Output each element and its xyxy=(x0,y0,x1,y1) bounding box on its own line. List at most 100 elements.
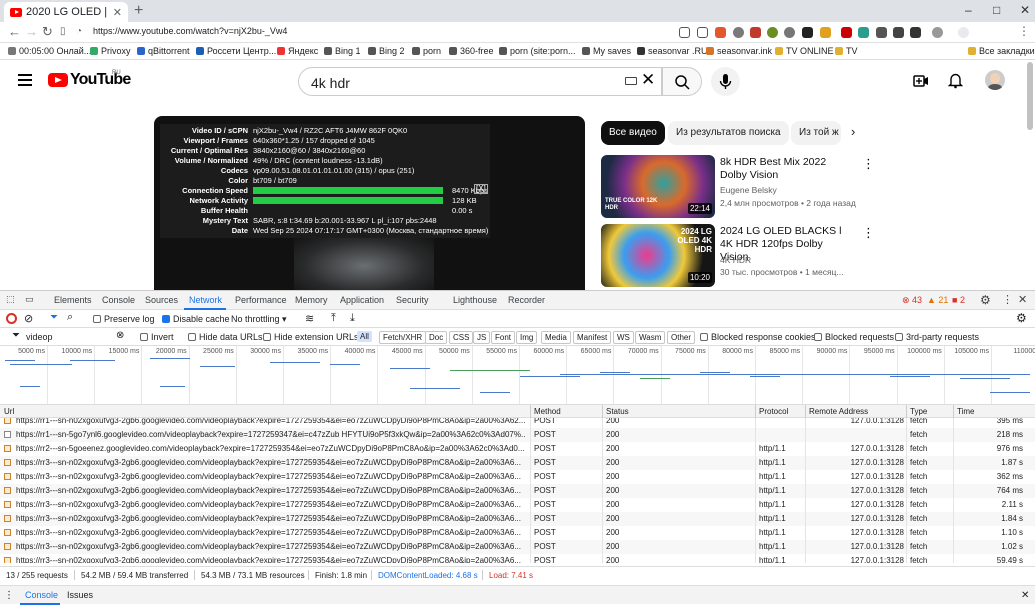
search-network-icon[interactable]: ⌕ xyxy=(67,311,73,324)
browser-tab[interactable]: 2020 LG OLED | The Bl ✕ xyxy=(4,2,128,22)
search-button[interactable] xyxy=(662,67,702,96)
video-thumbnail[interactable]: TRUE COLOR 12K HDR 22:14 xyxy=(601,155,715,218)
channel-name[interactable]: Eugene Belsky xyxy=(720,185,777,195)
extension-puzzle-icon[interactable] xyxy=(876,27,887,38)
filter-type-all[interactable]: All xyxy=(357,331,372,342)
menu-hamburger-icon[interactable] xyxy=(18,74,32,89)
table-row[interactable]: https://rr2---sn-5goeenez.googlevideo.co… xyxy=(0,442,1035,456)
column-remote-address[interactable]: Remote Address xyxy=(809,407,868,416)
close-window-button[interactable]: ✕ xyxy=(1020,3,1030,17)
video-player[interactable]: Video ID / sCPN njX2bu-_Vw4 / RZ2C AFT6 J… xyxy=(154,116,585,290)
table-row[interactable]: https://rr3---sn-n02xgoxufvg3-2gb6.googl… xyxy=(0,484,1035,498)
close-drawer-icon[interactable]: ✕ xyxy=(1021,590,1029,601)
column-status[interactable]: Status xyxy=(606,407,629,416)
menu-kebab-icon[interactable]: ⋮ xyxy=(1018,24,1030,38)
close-stats-button[interactable]: [X] xyxy=(474,184,488,194)
bookmark-item[interactable]: My saves xyxy=(582,46,631,56)
page-scrollbar[interactable] xyxy=(1027,62,1033,130)
voice-search-button[interactable] xyxy=(711,67,740,96)
search-input[interactable]: 4k hdr xyxy=(298,67,662,96)
back-icon[interactable]: ← xyxy=(8,24,21,39)
tab-console[interactable]: Console xyxy=(102,295,135,305)
extension-dark-icon[interactable] xyxy=(802,27,813,38)
tab-lighthouse[interactable]: Lighthouse xyxy=(453,295,497,305)
hide-data-urls-checkbox[interactable]: Hide data URLs xyxy=(188,332,263,342)
bookmark-item[interactable]: Privoxy xyxy=(90,46,131,56)
more-actions-icon[interactable]: ⋮ xyxy=(862,225,875,241)
video-title[interactable]: 8k HDR Best Mix 2022 Dolby Vision xyxy=(720,156,850,182)
reload-icon[interactable]: ↻ xyxy=(42,24,53,40)
extension-grey-icon[interactable] xyxy=(784,27,795,38)
table-row[interactable]: https://rr3---sn-n02xgoxufvg3-2gb6.googl… xyxy=(0,512,1035,526)
filter-type-wasm[interactable]: Wasm xyxy=(635,331,666,344)
tab-recorder[interactable]: Recorder xyxy=(508,295,545,305)
issues-count-badge[interactable]: ■ 2 xyxy=(952,295,965,305)
tab-application[interactable]: Application xyxy=(340,295,384,305)
screen-cast-icon[interactable] xyxy=(679,27,690,38)
notifications-bell-icon[interactable] xyxy=(948,72,963,89)
import-har-icon[interactable]: ⤒ xyxy=(331,312,336,325)
extension-red-icon[interactable] xyxy=(750,27,761,38)
bookmark-item[interactable]: TV ONLINE xyxy=(775,46,834,56)
zoom-icon[interactable] xyxy=(697,27,708,38)
drawer-tab-issues[interactable]: Issues xyxy=(67,590,93,600)
more-actions-icon[interactable]: ⋮ xyxy=(862,156,875,172)
chevron-right-icon[interactable]: › xyxy=(851,124,855,139)
network-overview-timeline[interactable]: 5000 ms 10000 ms 15000 ms 20000 ms 25000 ms 3… xyxy=(0,346,1035,405)
filter-funnel-icon[interactable]: ⏷ xyxy=(50,312,58,323)
filter-type-other[interactable]: Other xyxy=(667,331,696,344)
filter-type-fetch[interactable]: Fetch/XHR xyxy=(379,331,427,344)
clear-filter-icon[interactable]: ⊗ xyxy=(116,330,124,341)
bookmark-page-icon[interactable]: ▯ xyxy=(60,26,66,37)
extensions-icon[interactable] xyxy=(932,27,943,38)
filter-type-js[interactable]: JS xyxy=(473,331,491,344)
column-time[interactable]: Time xyxy=(957,407,974,416)
bookmark-item[interactable]: porn xyxy=(412,46,441,56)
bookmark-item[interactable]: Bing 2 xyxy=(368,46,405,56)
filter-type-media[interactable]: Media xyxy=(541,331,571,344)
close-tab-icon[interactable]: ✕ xyxy=(113,6,122,19)
bookmark-item[interactable]: seasonvar .RU xyxy=(637,46,708,56)
network-conditions-icon[interactable]: ≋ xyxy=(305,312,314,325)
filter-type-manifest[interactable]: Manifest xyxy=(573,331,612,344)
hide-extension-urls-checkbox[interactable]: Hide extension URLs xyxy=(263,332,359,342)
tab-performance[interactable]: Performance xyxy=(235,295,287,305)
extension-ublock-icon[interactable] xyxy=(841,27,852,38)
column-protocol[interactable]: Protocol xyxy=(759,407,788,416)
chip-all-videos[interactable]: Все видео xyxy=(601,121,665,145)
all-bookmarks-item[interactable]: Все закладки xyxy=(968,46,1035,56)
table-row[interactable]: https://rr3---sn-n02xgoxufvg3-2gb6.googl… xyxy=(0,554,1035,563)
chip-same-channel[interactable]: Из той ж xyxy=(791,121,841,145)
error-count-badge[interactable]: ⊗ 43 xyxy=(902,295,922,306)
table-row[interactable]: https://rr3---sn-n02xgoxufvg3-2gb6.googl… xyxy=(0,498,1035,512)
youtube-logo-icon[interactable] xyxy=(48,73,68,87)
blocked-requests-checkbox[interactable]: Blocked requests xyxy=(814,332,894,342)
inspect-element-icon[interactable]: ⬚ xyxy=(6,294,15,305)
channel-name[interactable]: 4K HDR xyxy=(720,255,751,265)
table-row[interactable]: https://rr3---sn-n02xgoxufvg3-2gb6.googl… xyxy=(0,456,1035,470)
extension-shield-icon[interactable] xyxy=(715,27,726,38)
tab-network[interactable]: Network xyxy=(189,295,222,305)
bookmark-item[interactable]: porn (site:porn... xyxy=(499,46,576,56)
filter-type-doc[interactable]: Doc xyxy=(425,331,448,344)
maximize-button[interactable]: □ xyxy=(993,3,1000,17)
export-har-icon[interactable]: ⤓ xyxy=(350,312,355,325)
drawer-tab-console[interactable]: Console xyxy=(25,590,58,600)
youtube-wordmark[interactable]: YouTube xyxy=(70,71,131,89)
avatar[interactable] xyxy=(985,70,1005,90)
site-info-icon[interactable]: ◔ xyxy=(76,26,82,37)
table-row[interactable]: https://rr3---sn-n02xgoxufvg3-2gb6.googl… xyxy=(0,526,1035,540)
bookmark-item[interactable]: qBittorrent xyxy=(137,46,190,56)
column-method[interactable]: Method xyxy=(534,407,561,416)
network-settings-icon[interactable]: ⚙ xyxy=(1016,311,1027,325)
keyboard-icon[interactable] xyxy=(625,77,637,85)
blocked-cookies-checkbox[interactable]: Blocked response cookies xyxy=(700,332,816,342)
invert-checkbox[interactable]: Invert xyxy=(140,332,174,342)
bookmark-item[interactable]: seasonvar.ink xyxy=(706,46,772,56)
extension-orange-icon[interactable] xyxy=(820,27,831,38)
table-row[interactable]: https://rr1---sn-n02xgoxufvg3-2gb6.googl… xyxy=(0,418,1035,428)
third-party-checkbox[interactable]: 3rd-party requests xyxy=(895,332,979,342)
extension-green-icon[interactable] xyxy=(767,27,778,38)
tab-memory[interactable]: Memory xyxy=(295,295,328,305)
bookmark-item[interactable]: TV xyxy=(835,46,858,56)
